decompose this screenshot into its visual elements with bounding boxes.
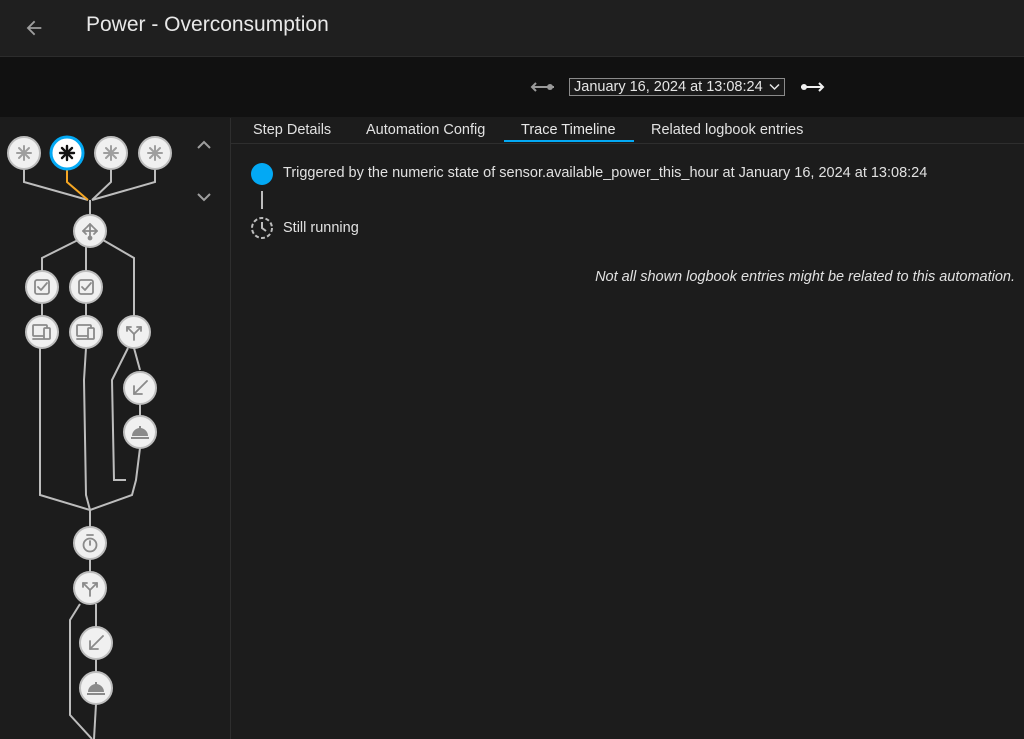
device-node-1	[25, 315, 59, 349]
clock-icon	[251, 217, 273, 239]
app-header: Power - Overconsumption	[0, 0, 1024, 57]
device-node-2	[69, 315, 103, 349]
tab-trace-timeline[interactable]: Trace Timeline	[521, 122, 616, 138]
next-trace-icon[interactable]	[798, 77, 826, 97]
trigger-dot-icon	[251, 163, 273, 185]
trace-graph	[7, 135, 172, 739]
asterisk-icon	[147, 145, 163, 161]
if-node-1	[117, 315, 151, 349]
trace-date-value: January 16, 2024 at 13:08:24	[574, 79, 763, 95]
asterisk-icon	[58, 144, 76, 162]
trace-tabs: Step Details Automation Config Trace Tim…	[231, 118, 1024, 144]
previous-trace-icon[interactable]	[529, 77, 557, 97]
timeline-connector	[261, 191, 263, 209]
trace-graph-panel	[0, 118, 231, 739]
trace-timeline: Triggered by the numeric state of sensor…	[231, 144, 1024, 739]
active-tab-indicator	[504, 140, 634, 142]
chevron-down-icon[interactable]	[194, 190, 214, 204]
logbook-note: Not all shown logbook entries might be r…	[595, 269, 1015, 285]
trace-date-select[interactable]: January 16, 2024 at 13:08:24	[569, 78, 785, 96]
arrow-left-icon	[26, 20, 42, 36]
timeline-status-text: Still running	[283, 220, 359, 236]
trace-selector-bar: January 16, 2024 at 13:08:24	[0, 57, 1024, 117]
asterisk-icon	[103, 145, 119, 161]
chevron-up-icon[interactable]	[194, 138, 214, 152]
timeline-trigger-text: Triggered by the numeric state of sensor…	[283, 165, 928, 181]
asterisk-icon	[16, 145, 32, 161]
tab-step-details[interactable]: Step Details	[253, 122, 331, 138]
back-button[interactable]	[20, 14, 48, 42]
if-node-2	[73, 571, 107, 605]
tab-related-logbook[interactable]: Related logbook entries	[651, 122, 803, 138]
tab-automation-config[interactable]: Automation Config	[366, 122, 485, 138]
page-title: Power - Overconsumption	[86, 13, 329, 36]
condition-node-1	[25, 270, 59, 304]
chevron-down-icon	[769, 83, 780, 91]
condition-node-2	[69, 270, 103, 304]
